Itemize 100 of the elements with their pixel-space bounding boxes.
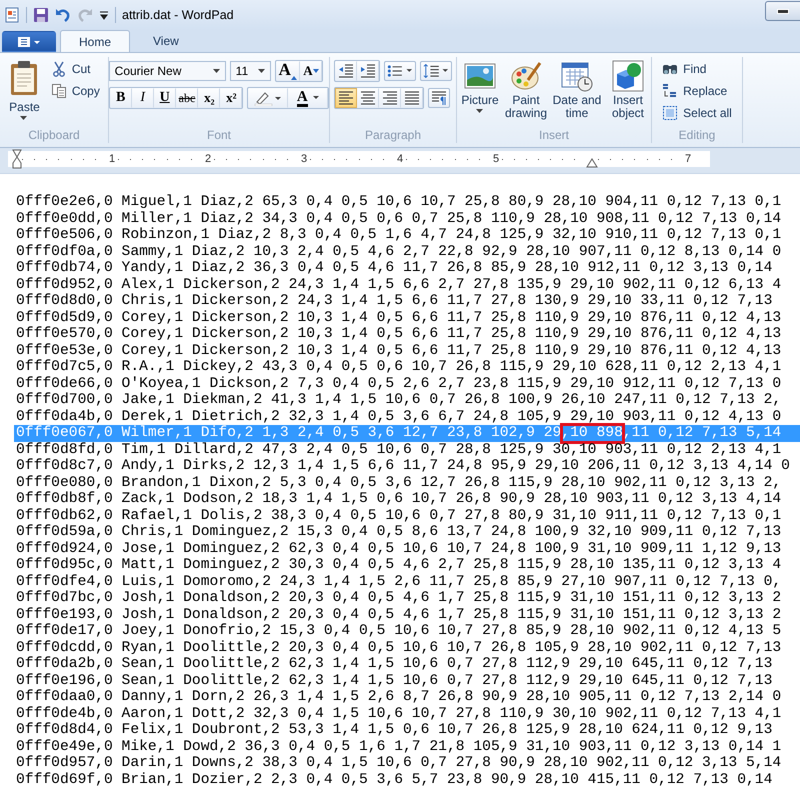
ruler-number: 1	[108, 153, 116, 165]
scissors-icon	[50, 60, 67, 76]
alignment-icon	[338, 91, 354, 105]
application-menu-button[interactable]	[2, 31, 56, 52]
palette-icon	[510, 60, 542, 92]
up-arrow-icon	[290, 76, 297, 80]
group-label: Paragraph	[364, 128, 422, 144]
datetime-button[interactable]: Date and time	[550, 57, 604, 128]
font-color-button[interactable]: A	[288, 88, 328, 108]
paragraph-button[interactable]	[428, 88, 450, 108]
text-line: 0fff0de4b,0 Aaron,1 Dott,2 32,3 0,4 1,5 10,6 10,7 27,8 110,9 30,10 902,11 0,12 7,13 4,1	[15, 706, 782, 722]
text-line: 0fff0d69f,0 Brian,1 Dozier,2 2,3 0,4 0,5 3,6 5,7 23,8 90,9 28,10 415,11 0,12 7,13 0,14	[15, 772, 774, 788]
ribbon-tab[interactable]: View	[134, 30, 198, 52]
line-spacing-button[interactable]	[420, 61, 452, 81]
copy-button[interactable]: Copy	[48, 81, 103, 100]
ribbon-tab[interactable]: Home	[60, 30, 130, 52]
caret-icon	[212, 69, 220, 73]
highlighter-icon	[254, 90, 282, 106]
text-line: 0fff0d957,0 Darin,1 Downs,2 38,3 0,4 1,5 10,6 0,7 27,8 90,9 28,10 902,11 0,12 3,13 5,14	[15, 755, 782, 772]
caret-icon	[258, 69, 265, 73]
italic-button[interactable]: I	[132, 88, 154, 108]
text-line: 0fff0e53e,0 Corey,1 Dickerson,2 10,3 1,4 0,5 6,6 11,7 25,8 110,9 29,10 876,11 0,12 4,13	[15, 342, 782, 359]
text-line: 0fff0d700,0 Jake,1 Diekman,2 41,3 1,4 1,5 10,6 0,7 26,8 100,9 26,10 247,11 0,12 7,13 2,	[15, 392, 782, 408]
object-button[interactable]: Insert object	[606, 57, 650, 128]
group-label: Font	[206, 128, 231, 144]
clipboard-icon	[9, 60, 40, 96]
text-line: 0fff0d95c,0 Matt,1 Dominguez,2 30,3 0,4 0,5 4,6 2,7 25,8 115,9 28,10 135,11 0,12 3,13 4	[15, 557, 782, 574]
text-line: 0fff0d7bc,0 Josh,1 Donaldson,2 20,3 0,4 0,5 4,6 1,7 25,8 115,9 31,10 151,11 0,12 3,13 2	[15, 590, 782, 606]
alignment-icon	[382, 91, 398, 105]
menu-icon	[16, 34, 42, 48]
dropdown-icon[interactable]	[99, 10, 109, 20]
shrink-font-button[interactable]: A	[300, 61, 322, 81]
text-line: 0fff0e506,0 Robinzon,1 Diaz,2 8,3 0,4 0,5 1,6 4,7 24,8 125,9 32,10 910,11 0,12 7,13 0,1	[15, 227, 782, 244]
sub-button[interactable]: x₂	[198, 88, 220, 108]
right-indent-marker[interactable]	[586, 158, 598, 168]
text-line: 0fff0e2e6,0 Miguel,1 Diaz,2 65,3 0,4 0,5 10,6 10,7 25,8 80,9 28,10 904,11 0,12 7,13 0,1	[15, 194, 782, 210]
ruler-number: 4	[396, 153, 404, 165]
ruler-number: 3	[300, 153, 308, 165]
text-line: 0fff0d8d4,0 Felix,1 Doubront,2 53,3 1,4 1,5 0,6 10,7 26,8 125,9 28,10 624,11 0,12 9,13	[15, 722, 774, 738]
left-indent-marker[interactable]	[12, 149, 22, 169]
strike-button[interactable]: abc	[176, 88, 198, 108]
replace-button[interactable]: Replace	[659, 81, 730, 100]
caret-icon	[20, 116, 28, 121]
text-line: 0fff0da2b,0 Sean,1 Doolittle,2 62,3 1,4 1,5 10,6 0,7 27,8 112,9 29,10 645,11 0,12 7,13	[15, 656, 774, 672]
bold-button[interactable]: B	[110, 88, 132, 108]
text-line: 0fff0e193,0 Josh,1 Donaldson,2 20,3 0,4 0,5 4,6 1,7 25,8 115,9 31,10 151,11 0,12 3,13 2	[15, 606, 782, 623]
find-button[interactable]: Find	[659, 59, 710, 78]
text-line: 0fff0de17,0 Joey,1 Donofrio,2 15,3 0,4 0,5 10,6 10,7 27,8 85,9 28,10 902,11 0,12 4,13 5	[15, 623, 782, 640]
group-label: Insert	[538, 128, 569, 144]
cut-button[interactable]: Cut	[48, 59, 103, 78]
text-line: 0fff0dfe4,0 Luis,1 Domoromo,2 24,3 1,4 1,5 2,6 11,7 25,8 85,9 27,10 907,11 0,12 7,13 0,	[15, 574, 782, 590]
text-line: 0fff0d8fd,0 Tim,1 Dillard,2 47,3 2,4 0,5 10,6 0,7 28,8 125,9 30,10 903,11 0,12 2,13 4,1	[15, 442, 782, 458]
text-line: 0fff0da4b,0 Derek,1 Dietrich,2 32,3 1,4 0,5 3,6 6,7 24,8 105,9 29,10 903,11 0,12 4,13 0	[15, 408, 782, 425]
font-size-dropdown[interactable]: 11	[230, 61, 271, 81]
bullet-list-icon	[387, 64, 413, 78]
replace-icon	[662, 82, 678, 98]
paint-button[interactable]: Paint drawing	[504, 57, 548, 128]
text-line: 0fff0d7c5,0 R.A.,1 Dickey,2 43,3 0,4 0,5 0,6 10,7 26,8 115,9 29,10 628,11 0,12 2,13 4,1	[15, 359, 782, 376]
paragraph-icon	[431, 91, 447, 105]
text-line: 0fff0e196,0 Sean,1 Doolittle,2 62,3 1,4 1,5 10,6 0,7 27,8 112,9 29,10 645,11 0,12 7,13	[15, 672, 774, 689]
text-line: 0fff0d8c7,0 Andy,1 Dirks,2 12,3 1,4 1,5 6,6 11,7 24,8 95,9 29,10 206,11 0,12 3,13 4,14 0	[15, 458, 791, 474]
text-line: 0fff0d59a,0 Chris,1 Dominguez,2 15,3 0,4 0,5 8,6 13,7 24,8 100,9 32,10 909,11 0,12 7,13	[15, 524, 782, 540]
select-button[interactable]: Select all	[659, 103, 735, 122]
paste-button[interactable]: Paste	[5, 57, 44, 128]
document-icon[interactable]	[4, 7, 20, 23]
text-line: 0fff0db62,0 Rafael,1 Dolis,2 38,3 0,4 0,5 10,6 0,7 27,8 80,9 31,10 911,11 0,12 7,13 0,1	[15, 508, 782, 524]
font-family-dropdown[interactable]: Courier New	[108, 61, 226, 81]
bullet-list-button[interactable]	[384, 61, 416, 81]
text-line: 0fff0d924,0 Jose,1 Dominguez,2 62,3 0,4 0,5 10,6 10,7 24,8 100,9 31,10 909,11 1,12 9,13	[15, 540, 782, 557]
text-line: 0fff0d8d0,0 Chris,1 Dickerson,2 24,3 1,4 1,5 6,6 11,7 27,8 130,9 29,10 33,11 0,12 7,13	[15, 293, 774, 310]
text-line: 0fff0e49e,0 Mike,1 Dowd,2 36,3 0,4 0,5 1,6 1,7 21,8 105,9 31,10 903,11 0,12 3,13 0,14 1	[15, 738, 782, 755]
text-line: 0fff0d952,0 Alex,1 Dickerson,2 24,3 1,4 1,5 6,6 2,7 27,8 135,9 29,10 902,11 0,12 6,13 4	[15, 276, 782, 293]
underline-button[interactable]: U	[154, 88, 176, 108]
indent-icon	[360, 64, 376, 78]
picture-button[interactable]: Picture	[458, 57, 502, 128]
save-icon[interactable]	[33, 7, 49, 23]
ruler-number: 5	[492, 153, 500, 165]
window-title: attrib.dat - WordPad	[122, 8, 234, 22]
alignment-icon	[360, 91, 376, 105]
text-line: 0fff0db74,0 Yandy,1 Diaz,2 36,3 0,4 0,5 4,6 11,7 26,8 85,9 28,10 912,11 0,12 3,13 0,14	[15, 260, 774, 276]
alignment-icon	[404, 91, 420, 105]
sup-button[interactable]: x²	[220, 88, 242, 108]
grow-font-button[interactable]: A	[276, 61, 300, 81]
outdent-icon	[338, 64, 354, 78]
calendar-clock-icon	[561, 60, 593, 92]
minimize-button[interactable]	[765, 1, 800, 21]
text-line: 0fff0de66,0 O'Koyea,1 Dickson,2 7,3 0,4 0,5 2,6 2,7 23,8 115,9 29,10 912,11 0,12 7,13 0	[15, 376, 782, 392]
group-label: Clipboard	[28, 128, 80, 144]
group-label: Editing	[678, 128, 716, 144]
text-line: 0fff0db8f,0 Zack,1 Dodson,2 18,3 1,4 1,5 0,6 10,7 26,8 90,9 28,10 903,11 0,12 3,13 4,14	[15, 491, 782, 508]
ruler-number: 2	[204, 153, 212, 165]
copy-icon	[50, 82, 67, 98]
text-line: 0fff0d5d9,0 Corey,1 Dickerson,2 10,3 1,4 0,5 6,6 11,7 25,8 110,9 29,10 876,11 0,12 4,13	[15, 310, 782, 326]
undo-icon[interactable]	[55, 7, 71, 23]
ruler-number: 7	[684, 153, 692, 165]
text-line: 0fff0df0a,0 Sammy,1 Diaz,2 10,3 2,4 0,5 4,6 2,7 22,8 92,9 28,10 907,11 0,12 8,13 0,14 0	[15, 244, 782, 260]
text-line: 0fff0e0dd,0 Miller,1 Diaz,2 34,3 0,4 0,5 0,6 0,7 25,8 110,9 28,10 908,11 0,12 7,13 0,14	[15, 210, 782, 227]
select-all-icon	[662, 104, 678, 120]
align-left-button[interactable]	[335, 88, 357, 108]
down-arrow-icon	[312, 69, 319, 73]
